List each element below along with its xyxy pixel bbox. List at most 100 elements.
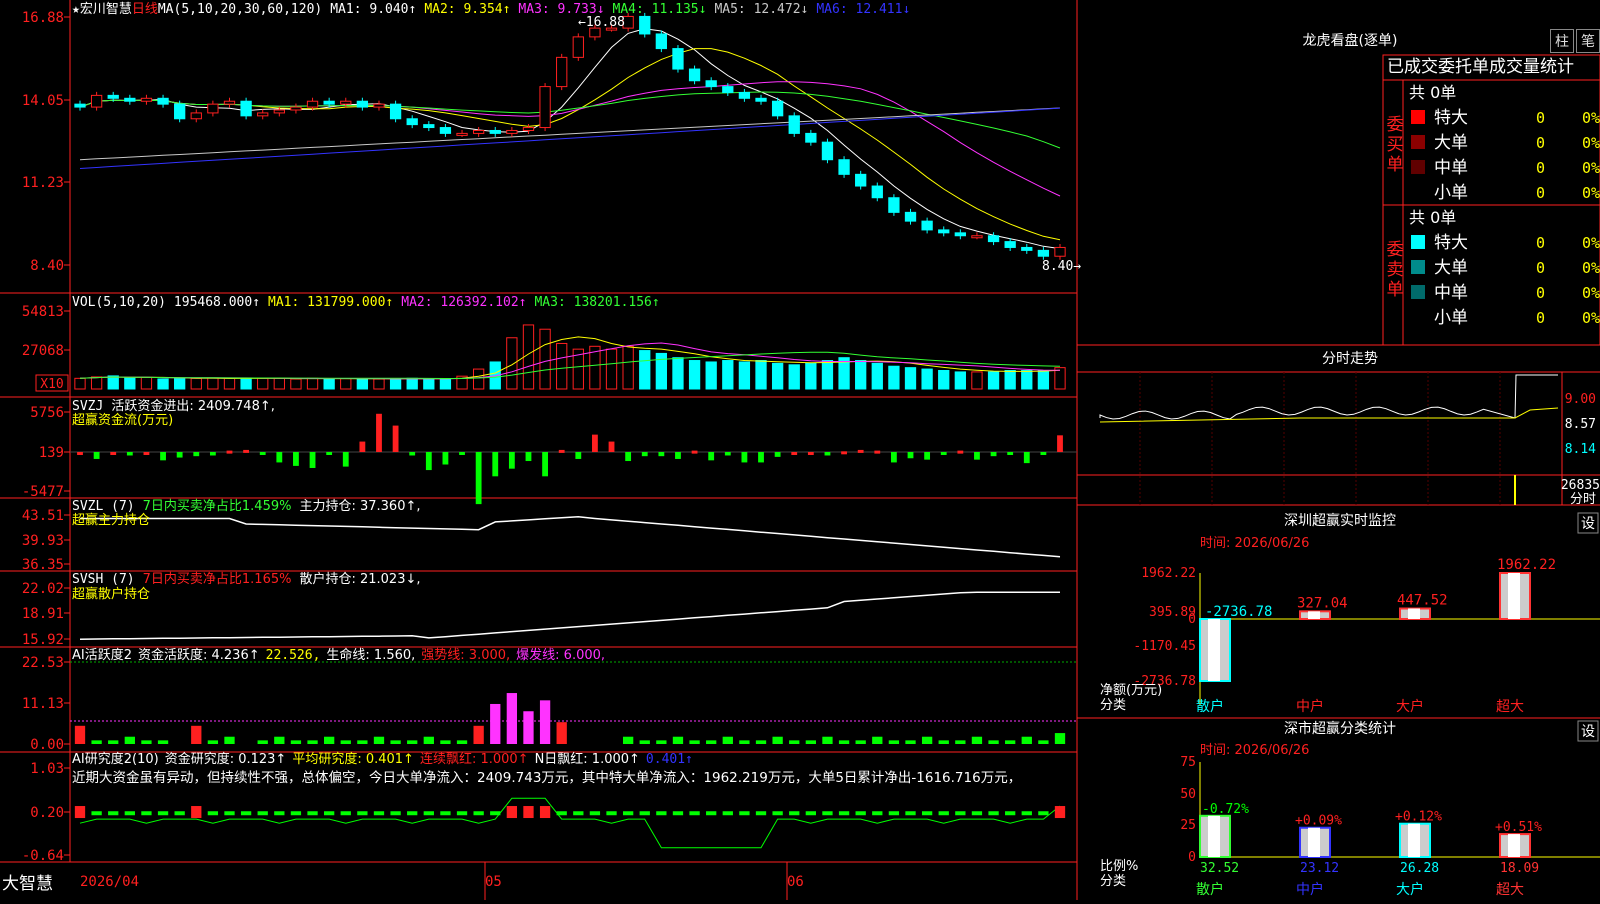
legend-swatch-buy [1411,110,1425,124]
svzj-subtitle: 超赢资金流(万元) [72,412,173,428]
air-bar [340,811,351,816]
ai2-bar [805,740,816,744]
classify-title: 深市超赢分类统计 [1284,720,1396,737]
order-side-char: 卖 [1387,260,1404,280]
candle-body [771,100,784,117]
svzj-bar [791,452,798,455]
ma-line-2 [79,48,1061,241]
candle-body [1054,246,1066,257]
monitor-title: 深圳超赢实时监控 [1284,512,1396,529]
volume-bar [257,377,269,390]
ai2-bar [324,736,335,744]
candle-body [207,103,219,114]
air-bar [556,811,567,816]
air-bar [988,811,999,816]
volume-bar [688,360,701,390]
air-bar [157,811,169,816]
candle-body [921,220,933,231]
classify-value: 18.09 [1500,861,1539,876]
ai2-bar [407,740,418,744]
high-price-annotation: ←16.88 [578,15,625,30]
monitor-category: 中户 [1296,698,1324,715]
volume-bar [705,361,717,390]
volume-bar [904,367,917,390]
order-type-sell: 小单 [1434,308,1468,328]
vol-params: VOL(5,10,20) [72,295,166,310]
date-label-apr: 2026/04 [80,874,139,890]
axis-label-price: 14.05 [22,93,64,109]
volume-bar [888,365,900,390]
volume-bar [805,362,817,390]
order-side-char: 委 [1387,115,1404,135]
air-bar [357,811,368,816]
svzj-bar [625,452,632,462]
order-pct-sell: 0% [1582,284,1600,302]
volume-bar [522,324,535,390]
svzj-bar [276,452,283,463]
svzl-ratio: 7日内买卖净占比1.459% [143,498,292,514]
vol-unit-label: X10 [40,377,63,392]
app-name: 大智慧 [2,874,53,894]
order-pct-buy: 0% [1582,109,1600,127]
ai2-bar [855,740,866,744]
ma-value-2: MA2: 9.354↑ [424,2,510,17]
svzj-bar [442,452,449,465]
candle-body [223,100,236,105]
air-bar [1005,811,1016,816]
candle-body [987,235,1000,243]
ai2-bar [191,725,202,744]
ai2-bar [739,740,750,744]
volume-bar [439,378,452,390]
volume-bar [423,378,435,390]
svzj-bar [293,452,299,466]
ai2-lifeline: 生命线: 1.560, [326,647,415,663]
air-bar [141,811,152,816]
air-avg: 平均研究度: 0.401↑ [292,751,414,767]
candle-body [738,91,751,99]
ai2-bar [1054,733,1066,744]
ma-value-1: MA1: 9.040↑ [330,2,416,17]
tick-view-button[interactable]: 笔 [1576,29,1600,53]
air-bar [656,811,667,816]
candle-body [472,129,485,134]
svzj-bar [807,452,814,455]
classify-category: 超大 [1496,882,1524,898]
air-bar [622,811,634,816]
svzj-label: SVZJ [72,399,103,414]
svzj-bar [508,452,515,469]
air-bar [789,811,800,816]
air-bar [108,811,119,816]
ai2-bar [838,740,850,744]
volume-bar [622,345,634,390]
candle-body [90,94,103,108]
ai2-bar [423,736,434,744]
ai2-bar [456,740,468,744]
air-bar [722,811,733,816]
svzj-bar [193,452,200,457]
air-bar [240,811,252,816]
volume-bar [389,378,402,390]
air-bar [689,811,700,816]
favorite-star-icon: ★ [72,2,80,17]
candle-body [340,100,352,105]
bar-view-button[interactable]: 柱 [1550,29,1574,53]
classify-change: +0.09% [1295,814,1342,829]
candle-body [506,129,518,134]
ai2-bar [639,740,650,744]
chart-canvas[interactable]: 16.88 14.05 11.23 8.40 54813 27068 5756 139 -547… [0,0,1600,900]
ai2-bar [539,700,551,744]
monitor-ylabel: 净额(万元) [1100,683,1162,698]
ai2-bar [1021,736,1032,744]
axis-label-svzl: 36.35 [22,557,64,573]
classify-bar-highlight [1508,834,1520,857]
ai2-bar [307,740,318,744]
svzj-bar [492,452,499,477]
candle-body [74,103,86,108]
monitor-settings-label: 设 [1581,516,1595,532]
order-count-buy: 0 [1536,184,1545,202]
ai2-bar [971,736,983,744]
ai2-bar [872,736,883,744]
ai2-bar [357,740,368,744]
ai2-bar [988,740,999,744]
order-type-sell: 大单 [1434,258,1468,278]
